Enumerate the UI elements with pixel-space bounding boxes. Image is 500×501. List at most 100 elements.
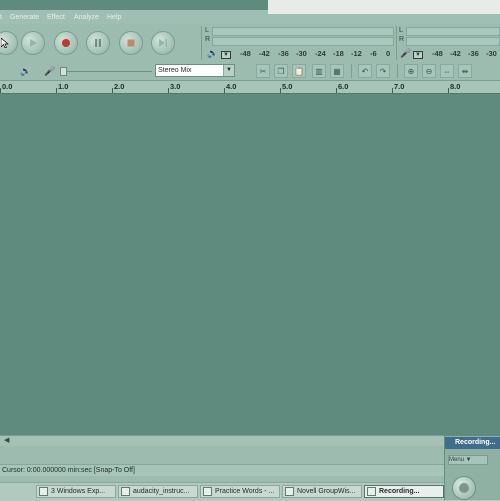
- record-button[interactable]: [54, 31, 78, 55]
- playback-meter-right: [212, 37, 394, 46]
- skip-end-button[interactable]: [151, 31, 175, 55]
- undo-icon: ↶: [361, 66, 369, 76]
- track-panel[interactable]: [0, 94, 500, 434]
- meter-tick: -24: [315, 49, 326, 58]
- zoom-in-button[interactable]: ⊕: [404, 64, 418, 78]
- ruler-tick: [112, 88, 113, 93]
- taskbar-item-practice-words[interactable]: Practice Words - ...: [200, 485, 280, 498]
- meter-tick: -30: [296, 49, 307, 58]
- toolbar-divider: [396, 26, 397, 60]
- meter-tick: -18: [333, 49, 344, 58]
- document-icon: [121, 487, 130, 496]
- meter-right-label: R: [205, 36, 211, 43]
- recording-window-title[interactable]: Recording...: [445, 437, 500, 449]
- menu-item-project[interactable]: t: [0, 14, 2, 21]
- copy-button[interactable]: ❐: [274, 64, 288, 78]
- input-source-value: Stereo Mix: [158, 67, 192, 74]
- timeline-ruler[interactable]: [0, 81, 500, 94]
- skip-start-button[interactable]: [0, 31, 18, 55]
- menu-item-analyze[interactable]: Analyze: [74, 14, 99, 21]
- scroll-left-arrow-icon[interactable]: ◀: [4, 436, 12, 444]
- status-bar: Cursor: 0:00.000000 min:sec [Snap-To Off…: [0, 464, 444, 476]
- fit-project-button[interactable]: ⇹: [458, 64, 472, 78]
- paste-icon: 📋: [294, 66, 304, 76]
- menu-item-help[interactable]: Help: [107, 14, 121, 21]
- record-icon: [55, 32, 77, 54]
- pause-icon: [87, 32, 109, 54]
- ruler-label: 3.0: [170, 82, 181, 91]
- document-icon: [203, 487, 212, 496]
- chevron-down-icon: ▼: [223, 65, 234, 76]
- meter-left-label: L: [205, 27, 209, 34]
- ruler-label: 7.0: [394, 82, 405, 91]
- input-source-select[interactable]: Stereo Mix ▼: [155, 64, 235, 77]
- horizontal-scrollbar[interactable]: [0, 435, 444, 446]
- zoom-out-button[interactable]: ⊖: [422, 64, 436, 78]
- speaker-icon[interactable]: 🔈: [207, 48, 218, 59]
- trim-button[interactable]: ▥: [312, 64, 326, 78]
- ruler-tick: [448, 88, 449, 93]
- fit-selection-button[interactable]: ⇔: [440, 64, 454, 78]
- fit-project-icon: ⇹: [461, 66, 469, 76]
- menu-bar-blank: [268, 14, 500, 24]
- menu-item-effect[interactable]: Effect: [47, 14, 65, 21]
- playback-meter-dropdown[interactable]: ▼: [221, 51, 231, 59]
- envelope-icon: [285, 487, 294, 496]
- toolbar-divider: [351, 64, 352, 78]
- ruler-label: 0.0: [2, 82, 13, 91]
- stop-button[interactable]: [119, 31, 143, 55]
- record-icon: [459, 483, 469, 493]
- taskbar-item-novell-groupwise[interactable]: Novell GroupWis...: [282, 485, 362, 498]
- meter-tick: -48: [432, 49, 443, 58]
- menu-item-generate[interactable]: Generate: [10, 14, 39, 21]
- ruler-tick: [280, 88, 281, 93]
- menu-bar-blank: [268, 0, 500, 14]
- meter-tick: -30: [486, 49, 497, 58]
- cut-button[interactable]: ✂: [256, 64, 270, 78]
- taskbar-item-label: 3 Windows Exp...: [51, 488, 106, 495]
- taskbar-item-recording[interactable]: Recording...: [364, 485, 444, 498]
- record-meter-left: [406, 27, 500, 36]
- meter-tick: -12: [351, 49, 362, 58]
- folder-icon: [39, 487, 48, 496]
- redo-icon: ↷: [379, 66, 387, 76]
- ruler-label: 8.0: [450, 82, 461, 91]
- zoom-in-icon: ⊕: [407, 66, 415, 76]
- taskbar-item-audacity-instructions[interactable]: audacity_instruc...: [118, 485, 198, 498]
- meter-tick: -42: [259, 49, 270, 58]
- cursor-icon: [0, 32, 17, 54]
- redo-button[interactable]: ↷: [376, 64, 390, 78]
- ruler-tick: [336, 88, 337, 93]
- taskbar-item-windows-explorer[interactable]: 3 Windows Exp...: [36, 485, 116, 498]
- silence-button[interactable]: ▦: [330, 64, 344, 78]
- play-icon: [22, 32, 44, 54]
- ruler-label: 1.0: [58, 82, 69, 91]
- ruler-tick: [168, 88, 169, 93]
- microphone-icon[interactable]: 🎤: [400, 48, 411, 59]
- taskbar-item-label: Recording...: [379, 488, 420, 495]
- taskbar-item-label: Practice Words - ...: [215, 488, 275, 495]
- toolbar-divider: [397, 64, 398, 78]
- ruler-label: 2.0: [114, 82, 125, 91]
- undo-button[interactable]: ↶: [358, 64, 372, 78]
- record-meter-dropdown[interactable]: ▼: [413, 51, 423, 59]
- meter-tick: -36: [278, 49, 289, 58]
- play-button[interactable]: [21, 31, 45, 55]
- recording-window-menu[interactable]: Menu ▼: [448, 455, 488, 465]
- ruler-label: 5.0: [282, 82, 293, 91]
- toolbar-divider: [201, 26, 202, 60]
- ruler-tick: [0, 88, 1, 93]
- taskbar-item-label: audacity_instruc...: [133, 488, 190, 495]
- zoom-out-icon: ⊖: [425, 66, 433, 76]
- ruler-tick: [224, 88, 225, 93]
- playback-meter-left: [212, 27, 394, 36]
- copy-icon: ❐: [277, 66, 285, 76]
- cut-icon: ✂: [259, 66, 267, 76]
- ruler-label: 6.0: [338, 82, 349, 91]
- pause-button[interactable]: [86, 31, 110, 55]
- silence-icon: ▦: [333, 66, 341, 76]
- input-volume-slider[interactable]: [66, 71, 152, 72]
- menu-bar: [0, 10, 268, 24]
- meter-tick: -6: [370, 49, 377, 58]
- paste-button[interactable]: 📋: [292, 64, 306, 78]
